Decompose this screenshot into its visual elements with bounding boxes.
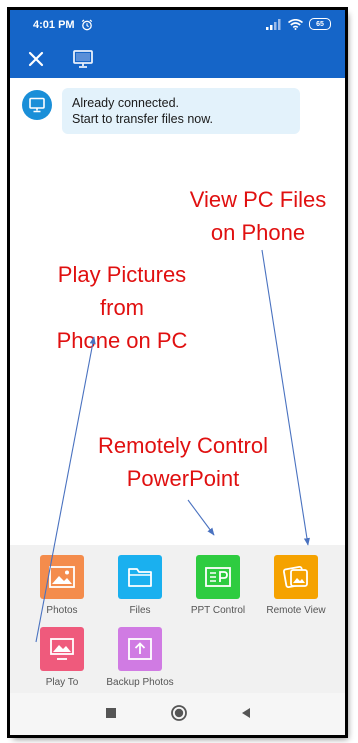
signal-icon	[266, 18, 281, 30]
back-icon[interactable]	[239, 706, 253, 720]
feature-tile	[118, 627, 162, 671]
app-bar	[10, 40, 345, 78]
feature-label: Remote View	[266, 605, 326, 616]
alarm-icon	[81, 19, 92, 31]
annotation-line: on Phone	[210, 220, 306, 245]
arrow-remote-powerpoint	[187, 499, 215, 536]
message-line-2: Start to transfer files now.	[72, 112, 214, 126]
annotation-line: Play Pictures	[57, 262, 187, 287]
annotation-line: Phone on PC	[56, 328, 188, 353]
feature-label: Play To	[45, 677, 79, 688]
feature-tile	[274, 555, 318, 599]
pc-avatar	[22, 90, 52, 120]
cast-picture-icon	[50, 638, 74, 660]
battery-icon: 65	[309, 18, 331, 30]
feature-label: Photos	[46, 605, 78, 616]
phone-screen: 4:01 PM 65 Already connected. Start to t…	[10, 10, 345, 735]
feature-files[interactable]: Files	[100, 555, 180, 616]
status-time: 4:01 PM	[33, 19, 75, 31]
photo-icon	[49, 566, 75, 588]
monitor-icon	[29, 97, 45, 113]
connection-message: Already connected. Start to transfer fil…	[62, 88, 300, 134]
navigation-bar	[10, 693, 345, 735]
computer-icon[interactable]	[72, 48, 94, 70]
arrow-view-pc-files	[261, 249, 310, 546]
home-icon[interactable]	[170, 704, 188, 722]
status-indicators: 65	[266, 18, 331, 30]
feature-remote-view[interactable]: Remote View	[256, 555, 336, 616]
folder-icon	[128, 568, 152, 587]
upload-icon	[128, 638, 152, 660]
remote-view-icon	[282, 565, 308, 589]
feature-ppt-control[interactable]: PPT Control	[178, 555, 258, 616]
feature-tile	[118, 555, 162, 599]
feature-label: Backup Photos	[106, 677, 174, 688]
annotation-line: View PC Files	[189, 187, 327, 212]
annotation-line: Remotely Control	[98, 433, 268, 458]
annotation-line: PowerPoint	[126, 466, 240, 491]
presentation-icon	[205, 567, 231, 587]
annotation-remote-powerpoint: Remotely Control PowerPoint	[78, 429, 288, 495]
annotation-view-pc-files: View PC Files on Phone	[178, 183, 338, 249]
status-bar: 4:01 PM 65	[10, 10, 345, 40]
feature-tray: Photos Files PPT Control Remote View Pla…	[10, 545, 345, 693]
close-icon[interactable]	[26, 49, 46, 69]
annotation-play-pictures: Play Pictures from Phone on PC	[32, 258, 212, 357]
feature-play-to[interactable]: Play To	[22, 627, 102, 688]
feature-label: Files	[129, 605, 151, 616]
wifi-icon	[288, 18, 303, 30]
message-line-1: Already connected.	[72, 96, 180, 110]
feature-tile	[40, 555, 84, 599]
feature-tile	[196, 555, 240, 599]
annotation-line: from	[100, 295, 144, 320]
feature-label: PPT Control	[190, 605, 246, 616]
feature-photos[interactable]: Photos	[22, 555, 102, 616]
feature-backup-photos[interactable]: Backup Photos	[100, 627, 180, 688]
feature-tile	[40, 627, 84, 671]
recent-apps-icon[interactable]	[104, 706, 118, 720]
